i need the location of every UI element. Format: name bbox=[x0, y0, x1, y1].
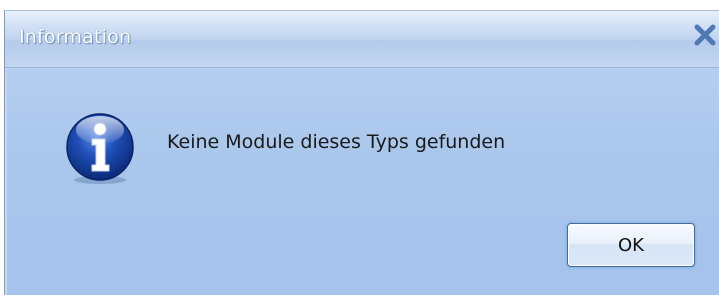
dialog-message: Keine Module dieses Typs gefunden bbox=[167, 131, 506, 153]
information-dialog: Information Keine Module dieses Typs gef… bbox=[4, 10, 719, 295]
dialog-title: Information bbox=[19, 26, 132, 48]
dialog-titlebar[interactable]: Information bbox=[5, 11, 719, 68]
close-button[interactable] bbox=[693, 21, 719, 51]
dialog-body: Keine Module dieses Typs gefunden OK bbox=[5, 68, 719, 295]
close-icon bbox=[693, 21, 719, 51]
information-icon bbox=[62, 110, 138, 186]
ok-button[interactable]: OK bbox=[567, 223, 695, 267]
